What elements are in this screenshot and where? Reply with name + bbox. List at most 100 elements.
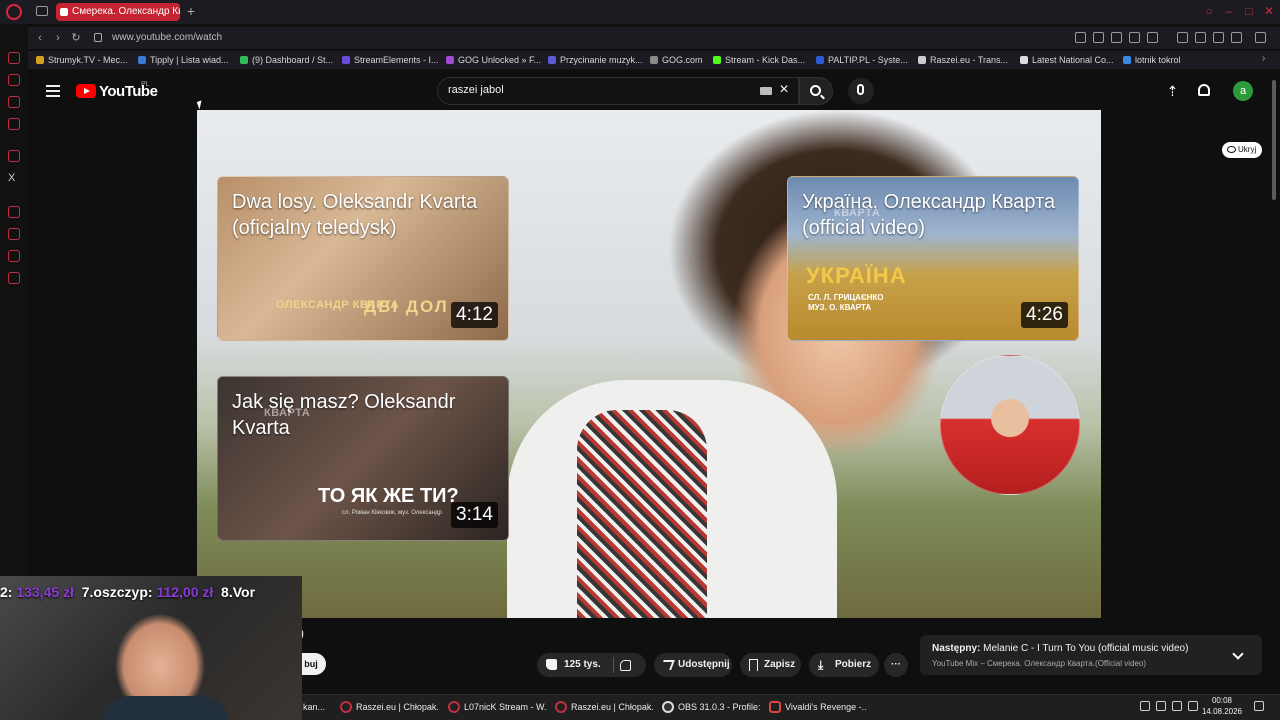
extensions-icon[interactable] [1177,32,1188,43]
like-divider [613,657,614,673]
taskbar-item[interactable]: kan... [303,697,333,717]
keyboard-icon[interactable] [760,87,772,95]
heart-icon[interactable] [1147,32,1158,43]
bookmarks-overflow-icon[interactable]: › [1262,53,1265,64]
forward-button[interactable]: › [52,31,64,45]
bookmark-label: Tipply | Lista wiad... [150,55,229,65]
upload-icon[interactable]: ⇡ [1166,84,1179,98]
page-scrollbar[interactable] [1272,80,1276,200]
endscreen-card-duration: 3:14 [451,502,498,528]
bookmark-item[interactable]: Raszei.eu - Trans... [918,53,1008,67]
bookmark-item[interactable]: PALTIP.PL - Syste... [816,53,908,67]
hamburger-menu-icon[interactable] [46,85,60,97]
bookmark-item[interactable]: lotnik tokrol [1123,53,1181,67]
sidebar-player-icon[interactable] [8,206,20,218]
thumbs-down-icon[interactable] [620,660,631,671]
clock-time[interactable]: 00:08 [1206,696,1238,705]
volume-icon[interactable] [1156,701,1166,711]
microphone-tray-icon[interactable] [1188,701,1198,711]
wallet-icon[interactable] [1195,32,1206,43]
sidebar-bag-icon[interactable] [8,74,20,86]
endscreen-card-ukraina[interactable]: Україна. Олександр Кварта (official vide… [787,176,1079,341]
browser-menu-icon[interactable] [1255,32,1266,43]
url-field[interactable]: www.youtube.com/watch [112,31,222,45]
endscreen-card-overlay-text: УКРАЇНА [806,263,907,288]
bookmark-favicon-icon [1123,56,1131,64]
search-tabs-icon[interactable]: ○ [1202,4,1216,18]
player-icon[interactable] [1129,32,1140,43]
up-next-title[interactable]: Następny: Melanie C - I Turn To You (off… [932,643,1188,654]
bookmark-item[interactable]: GOG.com [650,53,703,67]
share-button[interactable]: Udostępnij [654,653,732,677]
search-icon[interactable] [810,85,821,96]
sidebar-instagram-icon[interactable] [8,118,20,130]
bookmark-favicon-icon [240,56,248,64]
more-actions-button[interactable]: ··· [884,653,908,677]
bookmark-label: Latest National Co... [1032,55,1114,65]
notification-center-icon[interactable] [1254,701,1264,711]
bookmark-favicon-icon [342,56,350,64]
maximize-button[interactable]: □ [1242,4,1256,18]
download-button[interactable]: ⤓ Pobierz [809,653,879,677]
taskbar-item[interactable]: Raszei.eu | Chłopak... [553,697,653,717]
taskbar-item[interactable]: L07nicK Stream - W... [446,697,546,717]
tab-switcher-icon[interactable] [36,6,48,16]
bookmark-item[interactable]: (9) Dashboard / St... [240,53,333,67]
youtube-logo-icon[interactable] [76,84,96,98]
hide-endscreen-button[interactable]: Ukryj [1222,142,1262,158]
taskbar-item[interactable]: Raszei.eu | Chłopak... [338,697,438,717]
network-icon[interactable] [1172,701,1182,711]
bookmark-item[interactable]: StreamElements - I... [342,53,439,67]
endscreen-card-title: Dwa losy. Oleksandr Kvarta (oficjalny te… [232,191,478,239]
back-button[interactable]: ‹ [34,31,46,45]
endscreen-card-jak-sie-masz[interactable]: Jak się masz? Oleksandr Kvarta КВАРТА ТО… [217,376,509,541]
lock-icon[interactable] [94,33,102,42]
bookmark-label: (9) Dashboard / St... [252,55,334,65]
new-tab-button[interactable]: + [184,3,198,19]
bookmark-item[interactable]: Strumyk.TV - Mec... [36,53,128,67]
sidebar-settings-icon[interactable] [8,272,20,284]
taskbar-item[interactable]: OBS 31.0.3 - Profile:... [660,697,760,717]
bookmark-label: PALTIP.PL - Syste... [828,55,908,65]
search-query-text[interactable]: raszei jabol [448,84,504,96]
bookmark-favicon-icon [548,56,556,64]
endscreen-channel-subscribe-circle[interactable] [940,355,1080,495]
like-count[interactable]: 125 tys. [564,653,601,677]
active-tab[interactable]: Смерека. Олександр Кварта (Official Vide… [56,3,180,21]
minimize-button[interactable]: – [1222,4,1236,18]
sidebar-crypto-icon[interactable] [8,150,20,162]
sidebar-pin-icon[interactable] [8,250,20,262]
taskbar-item[interactable]: Vivaldi's Revenge -... [767,697,867,717]
endscreen-card-dwa-losy[interactable]: Dwa losy. Oleksandr Kvarta (oficjalny te… [217,176,509,341]
up-next-panel[interactable] [920,635,1262,675]
sidebar-x-icon[interactable]: X [8,172,15,184]
close-window-button[interactable]: ✕ [1262,4,1276,18]
bookmark-item[interactable]: Stream - Kick Das... [713,53,805,67]
notifications-bell-icon[interactable] [1198,84,1210,96]
download-tray-icon[interactable] [1213,32,1224,43]
bookmark-favicon-icon [650,56,658,64]
aria-ai-icon[interactable] [1231,32,1242,43]
clock-date[interactable]: 14.08.2026 [1200,707,1244,716]
microphone-icon[interactable] [857,84,864,95]
reload-button[interactable]: ↻ [70,31,82,45]
bookmark-item[interactable]: Przycinanie muzyk... [548,53,643,67]
clear-search-icon[interactable]: × [777,82,791,98]
bookmark-save-icon [749,659,758,671]
bookmark-label: lotnik tokrol [1135,55,1181,65]
adblock-shield-icon[interactable] [1111,32,1122,43]
bookmark-item[interactable]: Latest National Co... [1020,53,1114,67]
donation-ticker: 2: 133,45 zł 7.oszczyp: 112,00 zł 8.Vor [0,584,256,600]
sidebar-history-icon[interactable] [8,52,20,64]
thumbs-up-icon[interactable] [546,659,557,670]
bookmark-item[interactable]: GOG Unlocked » F... [446,53,541,67]
snapshot-icon[interactable] [1093,32,1104,43]
bookmark-item[interactable]: Tipply | Lista wiad... [138,53,229,67]
save-button[interactable]: Zapisz [740,653,801,677]
sidebar-messenger-icon[interactable] [8,96,20,108]
opera-logo-icon[interactable] [6,4,22,20]
avatar[interactable]: a [1233,81,1253,101]
bookmark-icon[interactable] [1075,32,1086,43]
tray-app-icon[interactable] [1140,701,1150,711]
sidebar-clock-icon[interactable] [8,228,20,240]
